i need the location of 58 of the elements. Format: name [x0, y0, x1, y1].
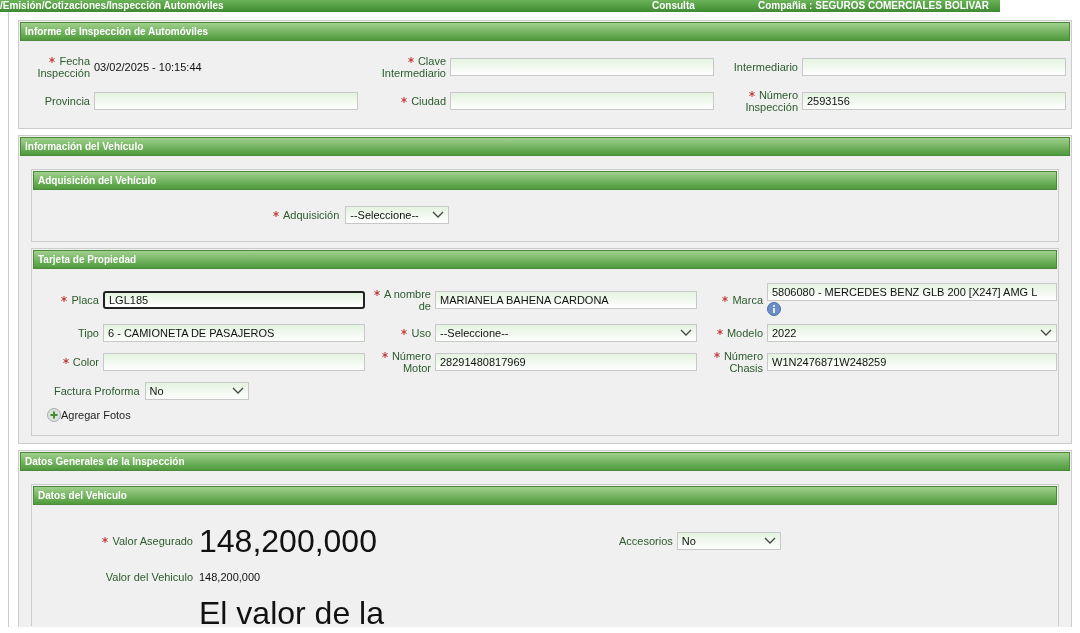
- insured-value: 148,200,000: [199, 522, 378, 560]
- field-label: Valor del Vehiculo: [104, 571, 193, 583]
- section-header: Tarjeta de Propiedad: [33, 250, 1057, 269]
- input-field[interactable]: [802, 58, 1066, 76]
- section-header: Datos del Vehículo: [33, 486, 1057, 505]
- input-field[interactable]: 5806080 - MERCEDES BENZ GLB 200 [X247] AMG L: [767, 283, 1057, 301]
- field-label: Ciudad: [411, 95, 446, 107]
- select-field[interactable]: No: [144, 382, 249, 400]
- field-label: Número Motor: [391, 350, 431, 374]
- input-field[interactable]: 28291480817969: [435, 353, 697, 371]
- breadcrumb: /Emisión/Cotizaciones/Inspección Automóviles: [0, 0, 225, 12]
- section-header: Datos Generales de la Inspección: [20, 452, 1070, 471]
- chevron-icon: [1040, 329, 1052, 337]
- chevron-icon: [763, 537, 776, 545]
- section-header: Informe de Inspección de Automóviles: [20, 22, 1070, 41]
- field-label: Marca: [732, 293, 763, 306]
- note-text: El valor de la: [199, 595, 384, 631]
- section-header: Información del Vehículo: [20, 137, 1070, 156]
- field-label: Provincia: [44, 95, 90, 107]
- select-field[interactable]: --Seleccione--: [345, 206, 450, 224]
- field-label: Número Inspección: [745, 89, 798, 113]
- input-field[interactable]: LGL185: [103, 290, 365, 309]
- input-field[interactable]: [450, 58, 714, 76]
- field-value: 03/02/2025 - 10:15:44: [94, 61, 202, 73]
- field-label: Modelo: [726, 327, 763, 339]
- field-label: Color: [72, 356, 99, 368]
- field-label: Tipo: [78, 327, 99, 339]
- chevron-icon: [680, 329, 692, 337]
- field-label: Valor Asegurado: [112, 535, 193, 547]
- field-label: Número Chasis: [723, 350, 763, 374]
- field-label: Uso: [411, 327, 431, 339]
- input-field[interactable]: 6 - CAMIONETA DE PASAJEROS: [103, 324, 365, 342]
- input-field[interactable]: [103, 353, 365, 371]
- select-field[interactable]: --Seleccione--: [435, 324, 697, 342]
- select-field[interactable]: No: [676, 532, 781, 550]
- field-label: Accesorios: [619, 535, 673, 547]
- input-field[interactable]: W1N2476871W248259: [767, 353, 1057, 371]
- add-icon[interactable]: [47, 408, 61, 422]
- chevron-icon: [231, 387, 244, 395]
- field-label: A nombre de: [383, 287, 431, 312]
- field-label: Placa: [71, 293, 99, 306]
- input-field[interactable]: [450, 92, 714, 110]
- field-label: Adquisición: [283, 209, 340, 221]
- info-icon[interactable]: [767, 302, 781, 316]
- add-photos-link[interactable]: Agregar Fotos: [61, 409, 131, 421]
- mode-label: Consulta: [652, 0, 696, 12]
- company-label: Compañia : SEGUROS COMERCIALES BOLIVAR: [758, 0, 989, 12]
- field-label: Intermediario: [733, 61, 798, 73]
- field-label: Fecha Inspección: [37, 55, 90, 79]
- chevron-icon: [432, 211, 445, 219]
- input-field[interactable]: 2593156: [802, 92, 1066, 110]
- input-field[interactable]: [94, 92, 358, 110]
- field-label: Clave Intermediario: [381, 55, 446, 79]
- select-field[interactable]: 2022: [767, 324, 1057, 342]
- field-label: Factura Proforma: [54, 385, 140, 397]
- input-field[interactable]: MARIANELA BAHENA CARDONA: [435, 290, 697, 309]
- section-header: Adquisición del Vehículo: [33, 171, 1057, 190]
- vehicle-value: 148,200,000: [199, 571, 261, 583]
